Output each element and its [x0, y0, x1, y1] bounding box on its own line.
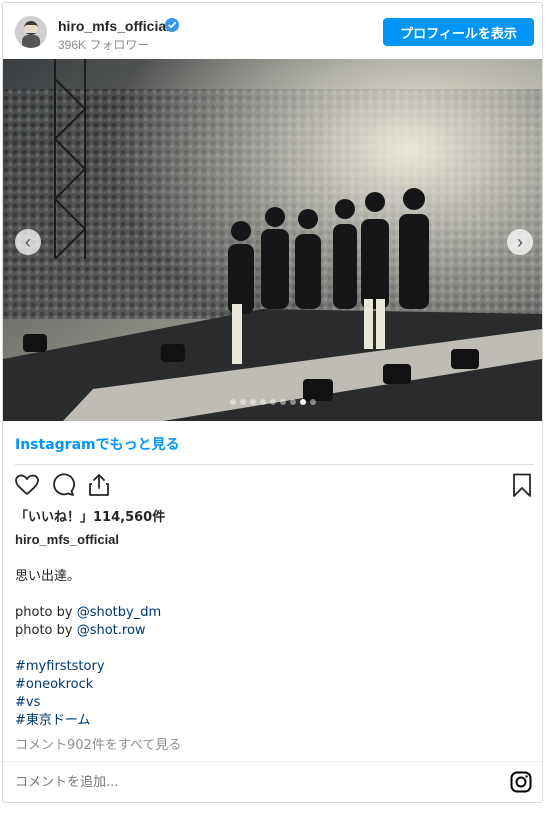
hashtag-link[interactable]: #vs — [15, 695, 40, 710]
carousel-prev-button[interactable]: ‹ — [15, 229, 41, 255]
hashtag-link[interactable]: #myfirststory — [15, 659, 105, 674]
carousel-dot — [259, 399, 266, 405]
caption-body: 思い出達。 — [15, 569, 81, 584]
bookmark-icon[interactable] — [509, 472, 535, 498]
action-bar — [3, 472, 542, 502]
share-icon[interactable] — [86, 472, 112, 498]
photo-credit-1: photo by @shotby_dm — [15, 604, 530, 622]
follower-count: 396K フォロワー — [58, 38, 150, 52]
instagram-logo-icon[interactable] — [510, 771, 532, 793]
view-all-comments-link[interactable]: コメント902件をすべて見る — [15, 734, 181, 753]
carousel-dot — [309, 399, 316, 405]
add-comment-input[interactable] — [15, 775, 475, 790]
heart-icon[interactable] — [14, 472, 40, 498]
caption-username[interactable]: hiro_mfs_official — [15, 532, 119, 547]
credit-prefix: photo by — [15, 623, 77, 638]
credit-prefix: photo by — [15, 605, 77, 620]
mention-link[interactable]: @shot.row — [77, 623, 146, 638]
chevron-right-icon: › — [517, 232, 523, 252]
comment-icon[interactable] — [50, 472, 76, 498]
mention-link[interactable]: @shotby_dm — [77, 605, 161, 620]
verified-badge-icon — [165, 18, 179, 32]
caption-text: 思い出達。 photo by @shotby_dm photo by @shot… — [15, 568, 530, 730]
concert-photo — [3, 59, 542, 421]
carousel-indicator — [3, 399, 542, 405]
username[interactable]: hiro_mfs_official — [58, 18, 170, 34]
carousel-dot — [299, 399, 306, 405]
post-photo[interactable]: ‹ › — [3, 59, 542, 421]
chevron-left-icon: ‹ — [25, 232, 31, 252]
carousel-dot — [249, 399, 256, 405]
instagram-embed-card: hiro_mfs_official 396K フォロワー プロフィールを表示 ‹… — [2, 2, 543, 803]
like-count[interactable]: 「いいね！」114,560件 — [15, 506, 165, 525]
photo-credit-2: photo by @shot.row — [15, 622, 530, 640]
carousel-dot — [239, 399, 246, 405]
divider — [15, 464, 534, 465]
carousel-dot — [279, 399, 286, 405]
post-header: hiro_mfs_official 396K フォロワー プロフィールを表示 — [3, 3, 542, 59]
carousel-dot — [269, 399, 276, 405]
divider — [3, 761, 542, 762]
carousel-dot — [289, 399, 296, 405]
avatar[interactable] — [15, 16, 47, 48]
hashtag-link[interactable]: #東京ドーム — [15, 713, 91, 728]
hashtag-link[interactable]: #oneokrock — [15, 677, 93, 692]
view-more-on-instagram-link[interactable]: Instagramでもっと見る — [15, 434, 180, 454]
carousel-next-button[interactable]: › — [507, 229, 533, 255]
view-profile-button[interactable]: プロフィールを表示 — [383, 18, 534, 46]
carousel-dot — [229, 399, 236, 405]
